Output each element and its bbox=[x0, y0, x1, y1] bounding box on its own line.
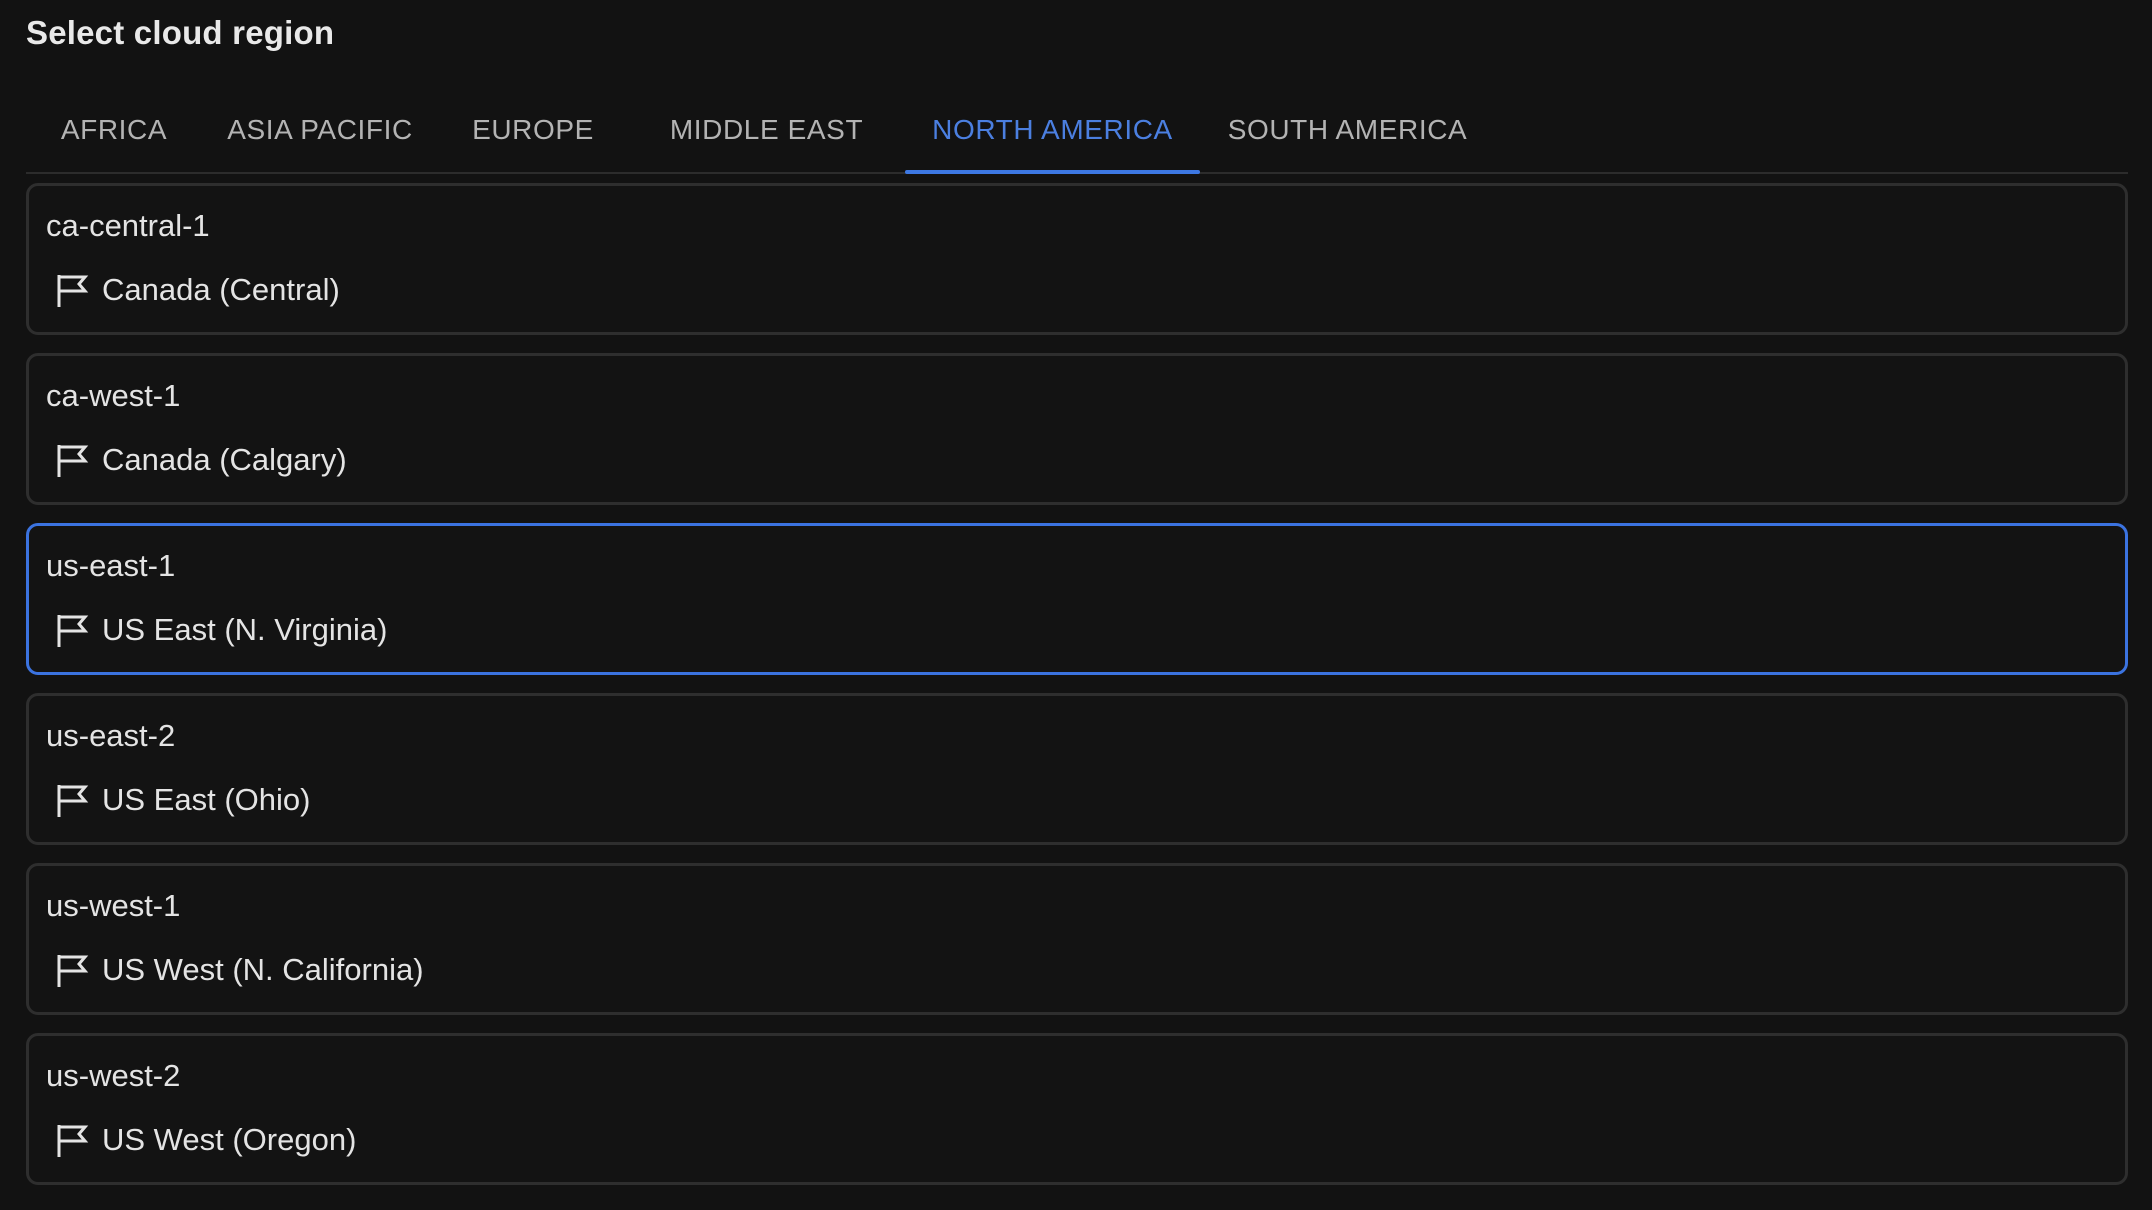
flag-icon bbox=[57, 785, 89, 817]
page-title: Select cloud region bbox=[26, 14, 335, 51]
flag-icon bbox=[57, 445, 89, 477]
region-location-text: Canada (Calgary) bbox=[102, 442, 347, 477]
region-location-text: Canada (Central) bbox=[102, 272, 340, 307]
tab-asia-pacific[interactable]: ASIA PACIFIC bbox=[202, 88, 438, 172]
region-location-text: US East (Ohio) bbox=[102, 782, 311, 817]
region-card-us-west-1[interactable]: us-west-1 US West (N. California) bbox=[26, 863, 2128, 1015]
region-card-us-east-1[interactable]: us-east-1 US East (N. Virginia) bbox=[26, 523, 2128, 675]
tab-europe[interactable]: EUROPE bbox=[438, 88, 628, 172]
tab-label: SOUTH AMERICA bbox=[1227, 114, 1468, 145]
region-location-text: US East (N. Virginia) bbox=[102, 612, 388, 647]
tab-label: MIDDLE EAST bbox=[669, 114, 864, 145]
flag-icon bbox=[57, 955, 89, 987]
region-location: US East (N. Virginia) bbox=[46, 610, 387, 650]
tab-label: ASIA PACIFIC bbox=[227, 114, 413, 145]
tab-africa[interactable]: AFRICA bbox=[26, 88, 202, 172]
region-card-us-west-2[interactable]: us-west-2 US West (Oregon) bbox=[26, 1033, 2128, 1185]
region-id: us-east-1 bbox=[46, 548, 176, 583]
tab-label: EUROPE bbox=[472, 114, 594, 145]
region-location: US East (Ohio) bbox=[46, 780, 310, 820]
region-card-ca-west-1[interactable]: ca-west-1 Canada (Calgary) bbox=[26, 353, 2128, 505]
region-location: US West (Oregon) bbox=[46, 1120, 356, 1160]
tab-north-america[interactable]: NORTH AMERICA bbox=[905, 88, 1200, 174]
tab-label: AFRICA bbox=[60, 114, 168, 145]
region-location: US West (N. California) bbox=[46, 950, 424, 990]
region-location-text: US West (Oregon) bbox=[102, 1122, 357, 1157]
region-location: Canada (Central) bbox=[46, 270, 340, 310]
region-id: us-west-1 bbox=[46, 888, 181, 923]
region-id: ca-west-1 bbox=[46, 378, 181, 413]
region-id: ca-central-1 bbox=[46, 208, 210, 243]
flag-icon bbox=[57, 1125, 89, 1157]
tab-south-america[interactable]: SOUTH AMERICA bbox=[1200, 88, 1495, 172]
flag-icon bbox=[57, 615, 89, 647]
flag-icon bbox=[57, 275, 89, 307]
region-card-us-east-2[interactable]: us-east-2 US East (Ohio) bbox=[26, 693, 2128, 845]
region-location: Canada (Calgary) bbox=[46, 440, 347, 480]
region-tabs: AFRICA ASIA PACIFIC EUROPE MIDDLE EAST N… bbox=[26, 88, 2128, 174]
region-card-ca-central-1[interactable]: ca-central-1 Canada (Central) bbox=[26, 183, 2128, 335]
region-location-text: US West (N. California) bbox=[102, 952, 424, 987]
tab-label: NORTH AMERICA bbox=[932, 114, 1173, 145]
region-id: us-east-2 bbox=[46, 718, 176, 753]
region-id: us-west-2 bbox=[46, 1058, 181, 1093]
tab-middle-east[interactable]: MIDDLE EAST bbox=[628, 88, 905, 172]
